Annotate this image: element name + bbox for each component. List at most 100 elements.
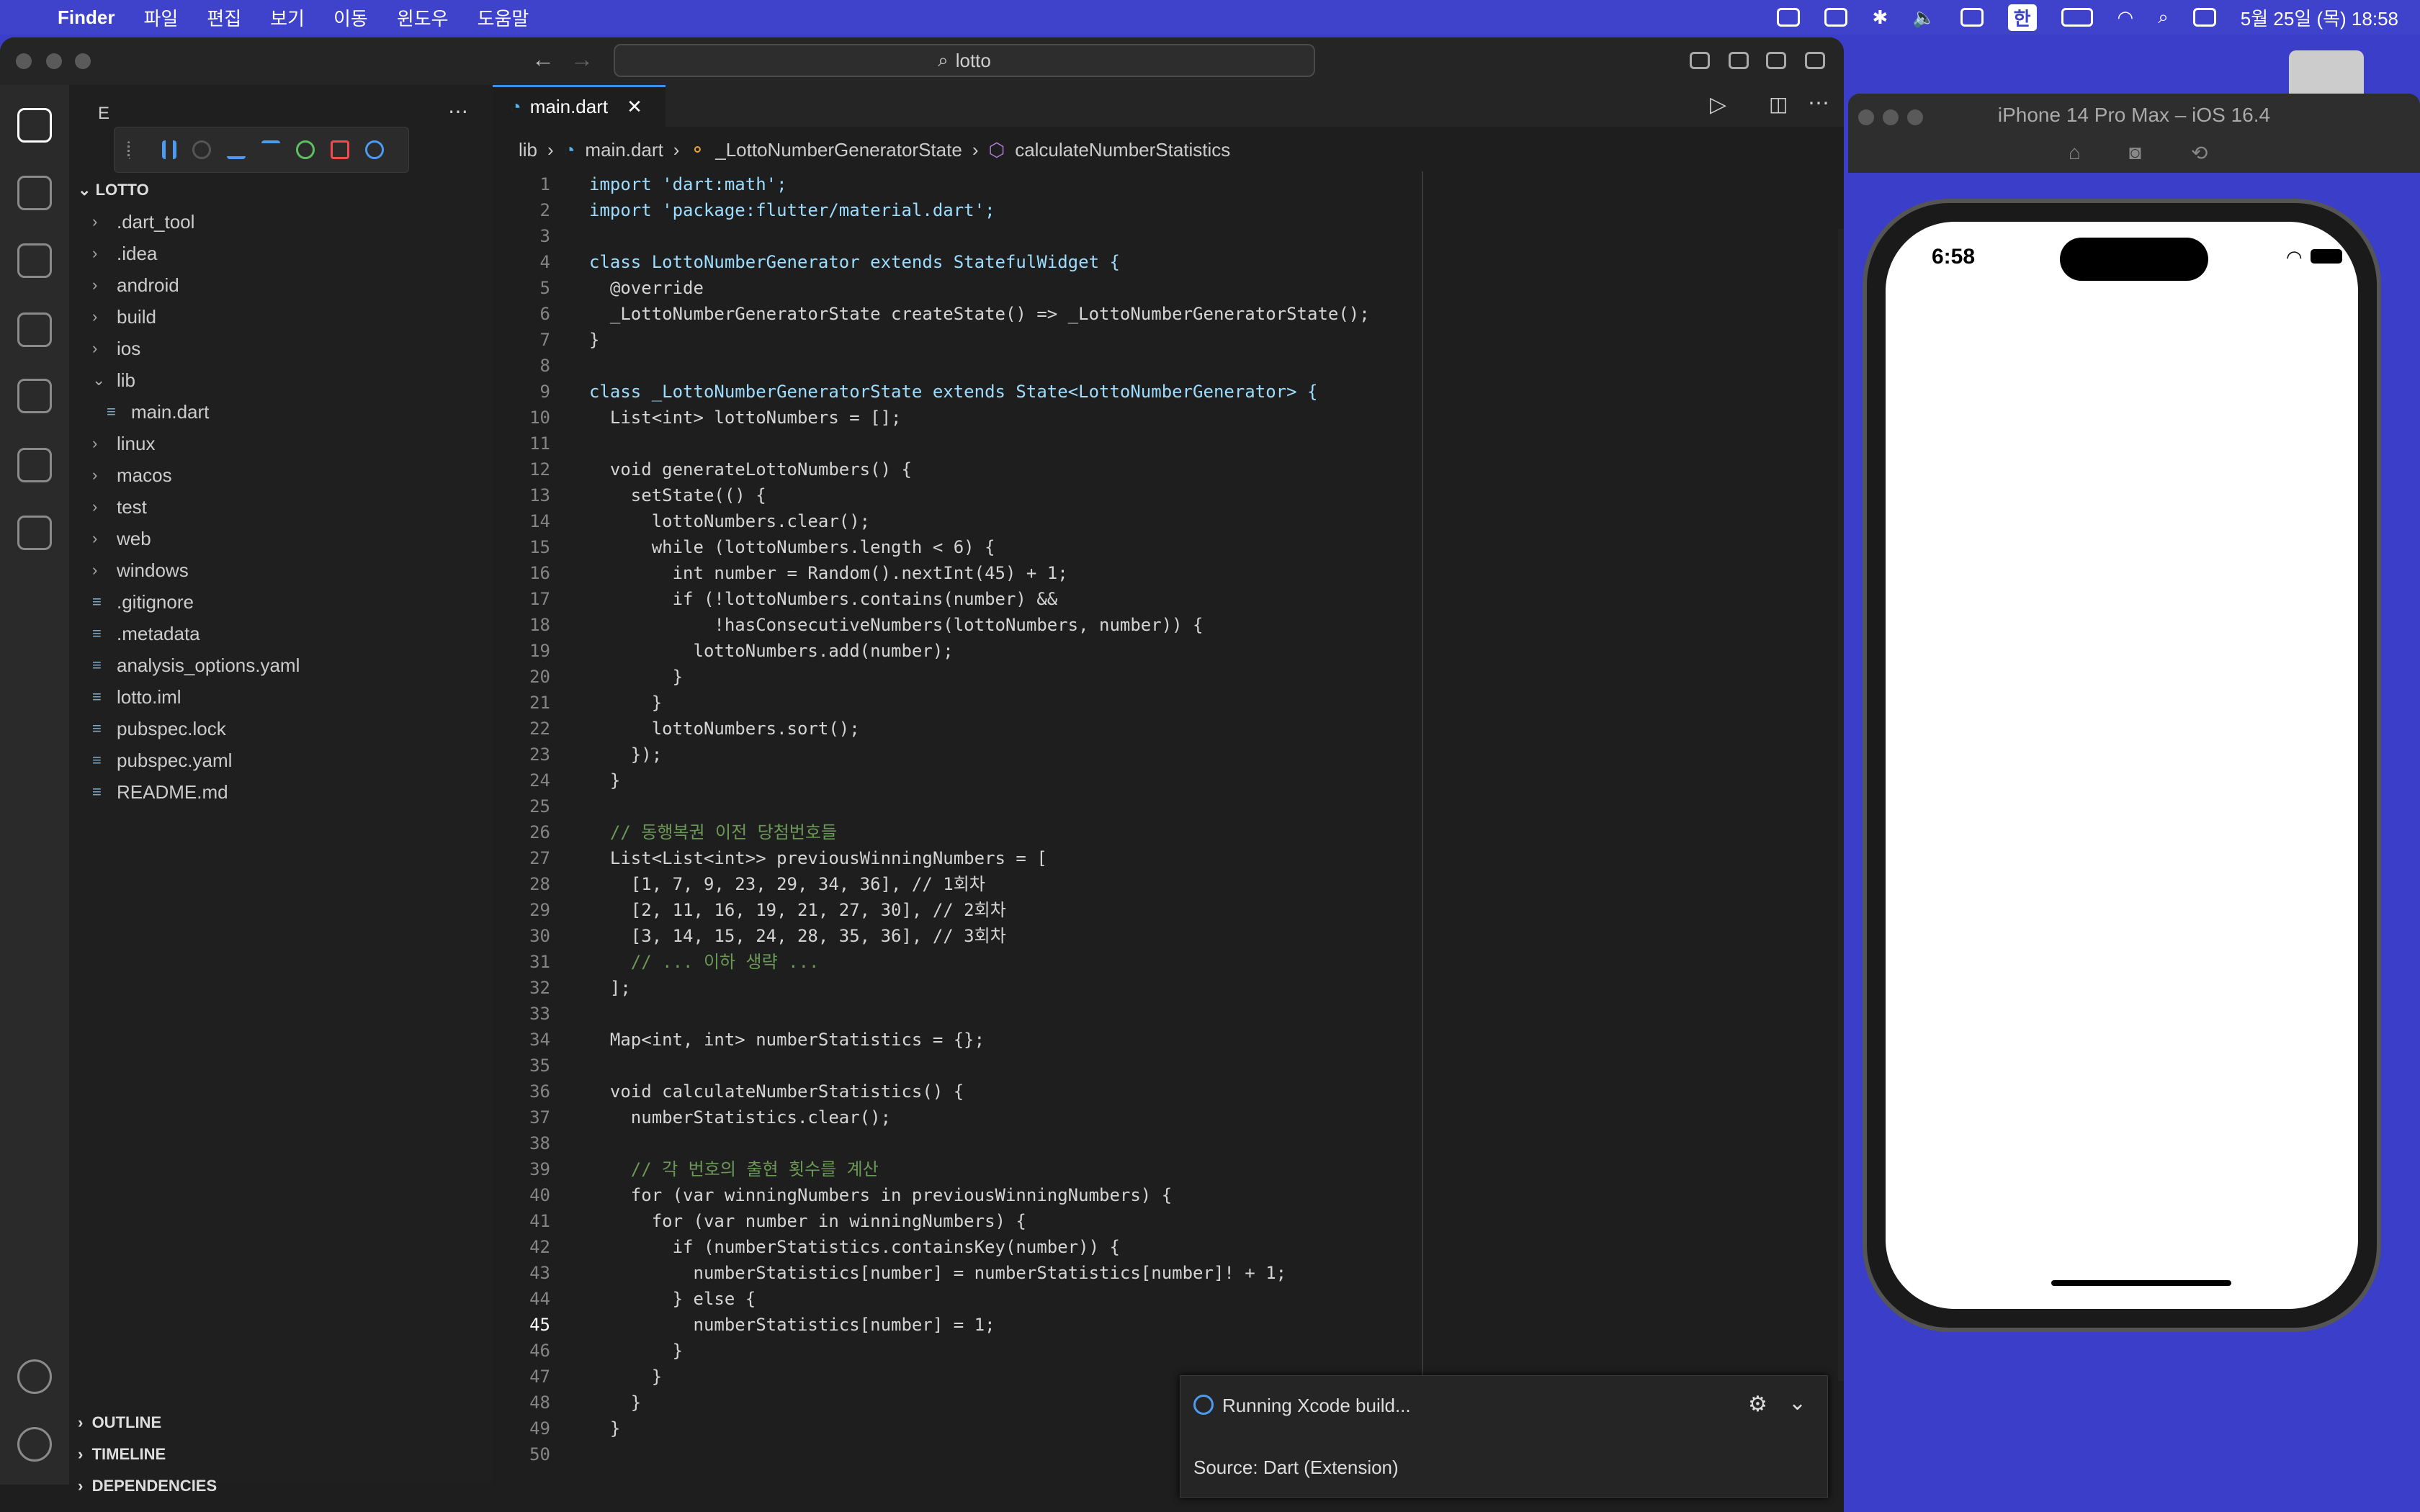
- toggle-panel-icon[interactable]: [1729, 52, 1749, 69]
- maximize-window-button[interactable]: [75, 53, 91, 69]
- tree-file[interactable]: ≡ .gitignore: [69, 586, 493, 618]
- command-center-search[interactable]: ⌕ lotto: [614, 44, 1315, 77]
- code-line[interactable]: 31 // ... 이하 생략 ...: [493, 949, 1681, 975]
- code-line[interactable]: 13 setState(() {: [493, 482, 1681, 508]
- code-line[interactable]: 43 numberStatistics[number] = numberStat…: [493, 1260, 1681, 1286]
- tree-file[interactable]: ≡ lotto.iml: [69, 681, 493, 713]
- code-line[interactable]: 8: [493, 353, 1681, 379]
- code-line[interactable]: 28 [1, 7, 9, 23, 29, 34, 36], // 1회차: [493, 871, 1681, 897]
- step-into-icon[interactable]: [227, 140, 246, 159]
- more-actions-icon[interactable]: ⋯: [448, 99, 468, 123]
- dependencies-section[interactable]: › DEPENDENCIES: [69, 1470, 493, 1502]
- breadcrumb-class[interactable]: _LottoNumberGeneratorState: [715, 139, 962, 161]
- tree-folder[interactable]: › ios: [69, 333, 493, 364]
- source-control-icon[interactable]: [17, 243, 52, 278]
- step-out-icon[interactable]: [261, 140, 280, 159]
- code-line[interactable]: 24 }: [493, 768, 1681, 793]
- flutter-icon[interactable]: [17, 516, 52, 550]
- extensions-icon[interactable]: [17, 379, 52, 413]
- code-line[interactable]: 21 }: [493, 690, 1681, 716]
- workspace-root[interactable]: ⌄ LOTTO: [69, 174, 493, 206]
- tree-folder[interactable]: › linux: [69, 428, 493, 459]
- code-line[interactable]: 34 Map<int, int> numberStatistics = {};: [493, 1027, 1681, 1053]
- code-line[interactable]: 25: [493, 793, 1681, 819]
- home-indicator[interactable]: [2051, 1280, 2231, 1286]
- menu-help[interactable]: 도움말: [478, 4, 529, 31]
- drag-handle-icon[interactable]: [127, 140, 146, 159]
- code-line[interactable]: 22 lottoNumbers.sort();: [493, 716, 1681, 742]
- code-line[interactable]: 35: [493, 1053, 1681, 1079]
- split-icon[interactable]: [1960, 8, 1984, 27]
- battery-icon[interactable]: [2061, 8, 2093, 27]
- stop-icon[interactable]: [331, 140, 349, 159]
- settings-gear-icon[interactable]: [17, 1427, 52, 1462]
- menu-file[interactable]: 파일: [143, 4, 178, 31]
- code-line[interactable]: 42 if (numberStatistics.containsKey(numb…: [493, 1234, 1681, 1260]
- code-line[interactable]: 2 import 'package:flutter/material.dart';: [493, 197, 1681, 223]
- bluetooth-icon[interactable]: ✱: [1872, 6, 1888, 29]
- iphone-screen[interactable]: 6:58 ◠: [1886, 222, 2358, 1309]
- code-line[interactable]: 40 for (var winningNumbers in previousWi…: [493, 1182, 1681, 1208]
- code-line[interactable]: 11: [493, 431, 1681, 456]
- tree-folder[interactable]: › windows: [69, 554, 493, 586]
- tree-file[interactable]: ≡ .metadata: [69, 618, 493, 649]
- inspect-icon[interactable]: [365, 140, 384, 159]
- code-line[interactable]: 44 } else {: [493, 1286, 1681, 1312]
- screen-icon[interactable]: [1824, 8, 1848, 27]
- code-line[interactable]: 15 while (lottoNumbers.length < 6) {: [493, 534, 1681, 560]
- toggle-secondary-sidebar-icon[interactable]: [1766, 52, 1786, 69]
- run-debug-icon[interactable]: [17, 312, 52, 347]
- gear-icon[interactable]: ⚙: [1748, 1392, 1767, 1417]
- code-line[interactable]: 4 class LottoNumberGenerator extends Stat…: [493, 249, 1681, 275]
- code-line[interactable]: 46 }: [493, 1338, 1681, 1364]
- toggle-sidebar-icon[interactable]: [1690, 52, 1710, 69]
- code-line[interactable]: 9 class _LottoNumberGeneratorState extend…: [493, 379, 1681, 405]
- code-line[interactable]: 19 lottoNumbers.add(number);: [493, 638, 1681, 664]
- breadcrumb-lib[interactable]: lib: [519, 139, 537, 161]
- code-line[interactable]: 23 });: [493, 742, 1681, 768]
- code-line[interactable]: 5 @override: [493, 275, 1681, 301]
- tree-folder[interactable]: ⌄ lib: [69, 364, 493, 396]
- tab-main-dart[interactable]: ◔ main.dart ✕: [493, 85, 666, 127]
- volume-icon[interactable]: 🔈: [1912, 6, 1935, 29]
- screenshot-icon[interactable]: ◙: [2129, 141, 2141, 164]
- tree-file[interactable]: ≡ pubspec.lock: [69, 713, 493, 744]
- tree-file[interactable]: ≡ main.dart: [69, 396, 493, 428]
- home-icon[interactable]: ⌂: [2069, 141, 2081, 164]
- tree-file[interactable]: ≡ analysis_options.yaml: [69, 649, 493, 681]
- code-line[interactable]: 30 [3, 14, 15, 24, 28, 35, 36], // 3회차: [493, 923, 1681, 949]
- pause-icon[interactable]: [162, 140, 176, 159]
- menu-go[interactable]: 이동: [333, 4, 368, 31]
- code-line[interactable]: 32 ];: [493, 975, 1681, 1001]
- code-line[interactable]: 1 import 'dart:math';: [493, 171, 1681, 197]
- code-line[interactable]: 14 lottoNumbers.clear();: [493, 508, 1681, 534]
- scrollbar[interactable]: [1838, 229, 1844, 1381]
- explorer-icon[interactable]: [17, 108, 52, 143]
- control-center-icon[interactable]: [2192, 8, 2216, 27]
- step-over-icon[interactable]: [192, 140, 211, 159]
- menu-app-name[interactable]: Finder: [58, 6, 115, 29]
- code-line[interactable]: 3: [493, 223, 1681, 249]
- cloud-icon[interactable]: [1777, 8, 1801, 27]
- restart-icon[interactable]: [296, 140, 315, 159]
- code-line[interactable]: 6 _LottoNumberGeneratorState createState…: [493, 301, 1681, 327]
- code-line[interactable]: 39 // 각 번호의 출현 횟수를 계산: [493, 1156, 1681, 1182]
- code-line[interactable]: 26 // 동행복권 이전 당첨번호들: [493, 819, 1681, 845]
- code-line[interactable]: 33: [493, 1001, 1681, 1027]
- tree-folder[interactable]: › .dart_tool: [69, 206, 493, 238]
- tree-folder[interactable]: › web: [69, 523, 493, 554]
- tree-folder[interactable]: › android: [69, 269, 493, 301]
- close-window-button[interactable]: [16, 53, 32, 69]
- rotate-icon[interactable]: ⟲: [2191, 141, 2208, 165]
- testing-icon[interactable]: [17, 448, 52, 482]
- code-line[interactable]: 16 int number = Random().nextInt(45) + 1…: [493, 560, 1681, 586]
- more-actions-icon[interactable]: ⋯: [1808, 91, 1829, 116]
- menu-view[interactable]: 보기: [270, 4, 305, 31]
- forward-arrow-icon[interactable]: →: [570, 46, 593, 73]
- code-line[interactable]: 45 numberStatistics[number] = 1;: [493, 1312, 1681, 1338]
- tree-folder[interactable]: › build: [69, 301, 493, 333]
- breadcrumb-file[interactable]: main.dart: [585, 139, 663, 161]
- run-icon[interactable]: ▷: [1710, 92, 1726, 117]
- tree-folder[interactable]: › .idea: [69, 238, 493, 269]
- code-line[interactable]: 12 void generateLottoNumbers() {: [493, 456, 1681, 482]
